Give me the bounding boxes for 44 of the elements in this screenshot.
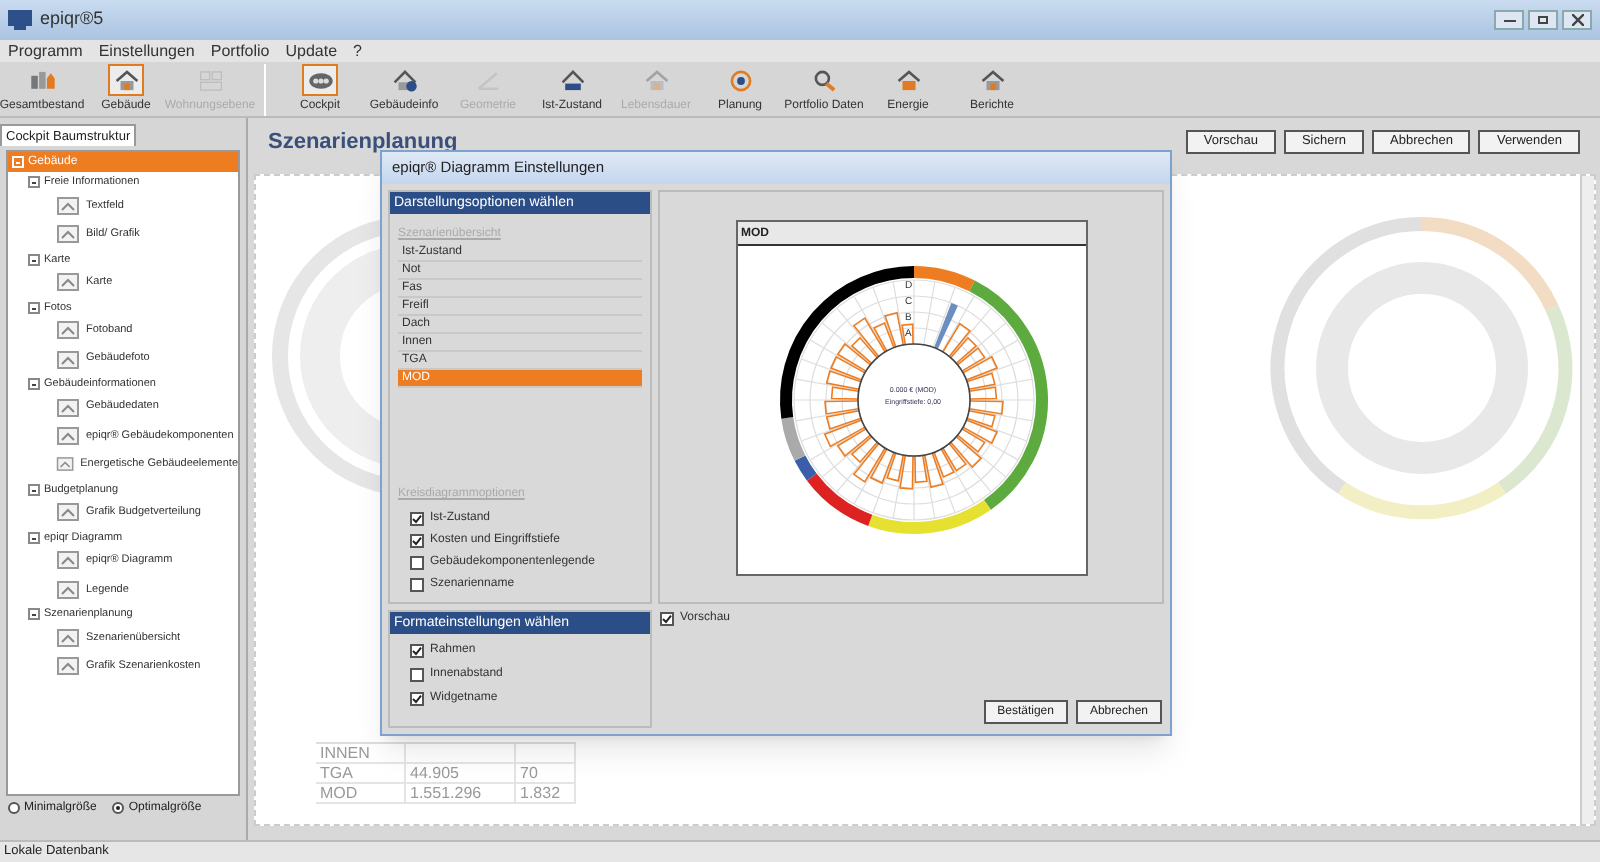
page-title: Szenarienplanung <box>268 127 458 158</box>
checkbox[interactable] <box>410 668 424 682</box>
table-cell: INNEN <box>316 744 406 764</box>
house-icon <box>893 67 923 93</box>
close-button[interactable] <box>1562 10 1592 30</box>
collapse-icon[interactable] <box>28 608 40 621</box>
collapse-icon[interactable] <box>28 531 40 544</box>
house-icon <box>557 67 587 93</box>
table-cell: MOD <box>316 784 406 804</box>
menu-item[interactable]: Programm <box>8 39 83 63</box>
collapse-icon[interactable] <box>28 301 40 314</box>
restore-button[interactable] <box>1528 10 1558 30</box>
checkbox[interactable] <box>410 534 424 548</box>
collapse-icon[interactable] <box>28 483 40 496</box>
checkbox[interactable] <box>410 556 424 570</box>
house-info-icon <box>389 67 419 93</box>
table-cell: TGA <box>316 764 406 784</box>
checkbox[interactable] <box>410 512 424 526</box>
buildings-icon <box>27 67 57 93</box>
close-icon <box>1571 14 1583 26</box>
table-cell: 44.905 <box>406 764 516 784</box>
house-icon <box>111 67 141 93</box>
app-icon <box>8 10 32 30</box>
scrollbar[interactable] <box>1580 176 1594 824</box>
menu-item[interactable]: Einstellungen <box>98 39 195 63</box>
menu-item[interactable]: ? <box>353 39 362 63</box>
menu-item[interactable]: Portfolio <box>210 39 270 63</box>
table-cell: 70 <box>516 764 576 784</box>
checkbox[interactable] <box>410 692 424 706</box>
house-icon <box>977 67 1007 93</box>
window-title: epiqr®5 <box>40 6 104 33</box>
collapse-icon[interactable] <box>28 253 40 266</box>
table-cell: 1.551.296 <box>406 784 516 804</box>
collapse-icon[interactable] <box>28 378 40 391</box>
floor-plan-icon <box>195 67 225 93</box>
minimize-button[interactable] <box>1494 10 1524 30</box>
house-icon <box>641 67 671 93</box>
checkbox[interactable] <box>410 578 424 592</box>
checkbox[interactable] <box>660 612 674 626</box>
table-cell: 1.832 <box>516 784 576 804</box>
checkbox[interactable] <box>410 644 424 658</box>
search-icon <box>809 67 839 93</box>
menu-item[interactable]: Update <box>285 39 338 63</box>
collapse-icon[interactable] <box>28 176 40 189</box>
